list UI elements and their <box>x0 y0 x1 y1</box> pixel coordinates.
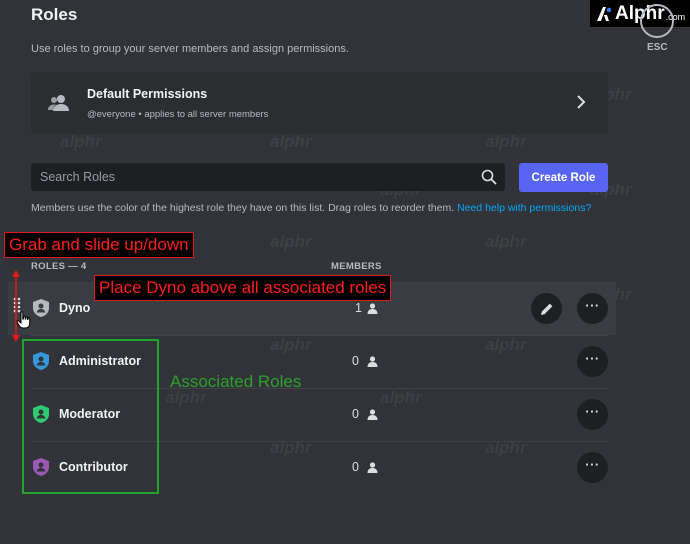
esc-label: ESC <box>647 42 668 53</box>
up-down-arrow-icon <box>12 270 20 342</box>
alphr-logo-icon <box>597 6 612 21</box>
search-icon[interactable] <box>481 169 497 185</box>
page-subtitle: Use roles to group your server members a… <box>31 43 349 55</box>
member-count: 0 <box>352 354 359 368</box>
more-options-button[interactable]: ··· <box>577 293 608 324</box>
role-shield-icon <box>33 299 49 317</box>
member-count: 1 <box>355 301 362 315</box>
more-dots-icon: ··· <box>585 298 600 313</box>
role-name: Dyno <box>59 301 91 315</box>
search-roles-input[interactable] <box>31 163 471 191</box>
more-options-button[interactable]: ··· <box>577 346 608 377</box>
close-button[interactable] <box>640 4 674 38</box>
annotation-associated-roles: Associated Roles <box>170 372 302 391</box>
reorder-hint: Members use the color of the highest rol… <box>31 201 601 215</box>
more-options-button[interactable]: ··· <box>577 399 608 430</box>
more-options-button[interactable]: ··· <box>577 452 608 483</box>
default-permissions-title: Default Permissions <box>87 87 208 101</box>
members-icon <box>48 95 69 111</box>
more-dots-icon: ··· <box>585 457 600 472</box>
help-permissions-link[interactable]: Need help with permissions? <box>457 202 591 214</box>
annotation-grab: Grab and slide up/down <box>4 232 194 258</box>
hand-cursor-icon <box>16 311 31 329</box>
search-roles-box <box>31 163 505 191</box>
chevron-right-icon <box>577 95 586 109</box>
create-role-button[interactable]: Create Role <box>519 163 608 192</box>
person-icon <box>367 303 378 314</box>
watermark: alphr <box>270 232 312 251</box>
roles-column-header: ROLES — 4 <box>31 261 87 272</box>
watermark: alphr <box>60 132 102 151</box>
member-count: 0 <box>352 407 359 421</box>
default-permissions-subtitle: @everyone • applies to all server member… <box>87 109 269 120</box>
members-column-header: MEMBERS <box>331 261 382 272</box>
annotation-place-dyno: Place Dyno above all associated roles <box>94 275 392 301</box>
watermark: alphr <box>270 132 312 151</box>
member-count: 0 <box>352 460 359 474</box>
watermark: alphr <box>485 232 527 251</box>
person-icon <box>367 356 378 367</box>
more-dots-icon: ··· <box>585 404 600 419</box>
page-title: Roles <box>31 5 78 24</box>
watermark: alphr <box>485 132 527 151</box>
edit-role-button[interactable] <box>531 293 562 324</box>
more-dots-icon: ··· <box>585 351 600 366</box>
associated-roles-box <box>22 339 159 494</box>
person-icon <box>367 409 378 420</box>
pencil-icon <box>540 303 552 315</box>
reorder-hint-text: Members use the color of the highest rol… <box>31 202 458 214</box>
default-permissions-card[interactable]: Default Permissions @everyone • applies … <box>31 72 608 134</box>
person-icon <box>367 462 378 473</box>
